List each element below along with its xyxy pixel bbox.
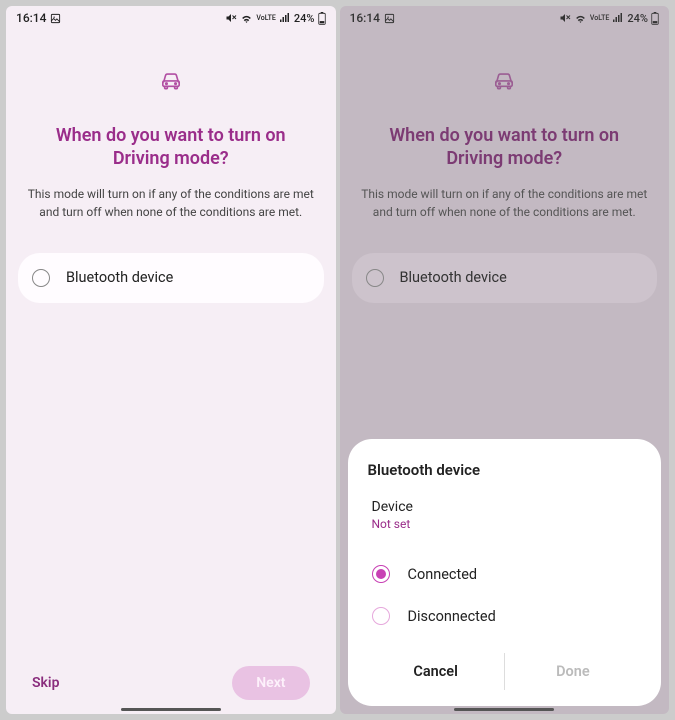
- screen-left: 16:14 VoLTE 24% When do you want to turn…: [6, 6, 336, 714]
- home-indicator[interactable]: [121, 708, 221, 712]
- sheet-title: Bluetooth device: [368, 461, 642, 479]
- option-bluetooth[interactable]: Bluetooth device: [18, 253, 324, 303]
- home-indicator[interactable]: [454, 708, 554, 712]
- mute-icon: [225, 12, 237, 24]
- car-icon: [493, 70, 515, 94]
- status-time: 16:14: [350, 11, 380, 25]
- radio-unchecked-icon: [366, 269, 384, 287]
- option-label: Bluetooth device: [400, 269, 507, 286]
- page-subtitle: This mode will turn on if any of the con…: [18, 185, 324, 221]
- radio-unchecked-icon: [32, 269, 50, 287]
- car-icon: [160, 70, 182, 94]
- device-label[interactable]: Device: [368, 499, 642, 515]
- status-battery: 24%: [627, 12, 648, 25]
- picture-icon: [50, 13, 61, 24]
- radio-checked-icon: [372, 565, 390, 583]
- battery-icon: [651, 12, 659, 25]
- cancel-button[interactable]: Cancel: [368, 653, 505, 690]
- device-value: Not set: [368, 517, 642, 531]
- option-connected[interactable]: Connected: [368, 553, 642, 595]
- battery-icon: [318, 12, 326, 25]
- option-bluetooth[interactable]: Bluetooth device: [352, 253, 658, 303]
- screen-right: 16:14 VoLTE 24% When do you want to turn…: [340, 6, 670, 714]
- done-button[interactable]: Done: [505, 653, 641, 690]
- bottom-nav: Skip Next: [6, 666, 336, 700]
- status-battery: 24%: [294, 12, 315, 25]
- option-connected-label: Connected: [408, 566, 478, 583]
- next-button[interactable]: Next: [232, 666, 309, 700]
- signal-icon: [279, 12, 291, 24]
- signal-icon: [612, 12, 624, 24]
- skip-button[interactable]: Skip: [32, 675, 59, 691]
- option-disconnected[interactable]: Disconnected: [368, 595, 642, 637]
- status-time: 16:14: [16, 11, 46, 25]
- wifi-icon: [574, 12, 587, 25]
- option-disconnected-label: Disconnected: [408, 608, 496, 625]
- bottom-sheet: Bluetooth device Device Not set Connecte…: [348, 439, 662, 706]
- main-content: When do you want to turn on Driving mode…: [6, 30, 336, 714]
- volte-icon: VoLTE: [256, 15, 275, 22]
- radio-unchecked-icon: [372, 607, 390, 625]
- volte-icon: VoLTE: [590, 15, 609, 22]
- page-subtitle: This mode will turn on if any of the con…: [352, 185, 658, 221]
- status-bar: 16:14 VoLTE 24%: [340, 6, 670, 30]
- wifi-icon: [240, 12, 253, 25]
- option-label: Bluetooth device: [66, 269, 173, 286]
- page-title: When do you want to turn on Driving mode…: [352, 124, 658, 171]
- mute-icon: [559, 12, 571, 24]
- sheet-actions: Cancel Done: [368, 653, 642, 690]
- page-title: When do you want to turn on Driving mode…: [18, 124, 324, 171]
- picture-icon: [384, 13, 395, 24]
- status-bar: 16:14 VoLTE 24%: [6, 6, 336, 30]
